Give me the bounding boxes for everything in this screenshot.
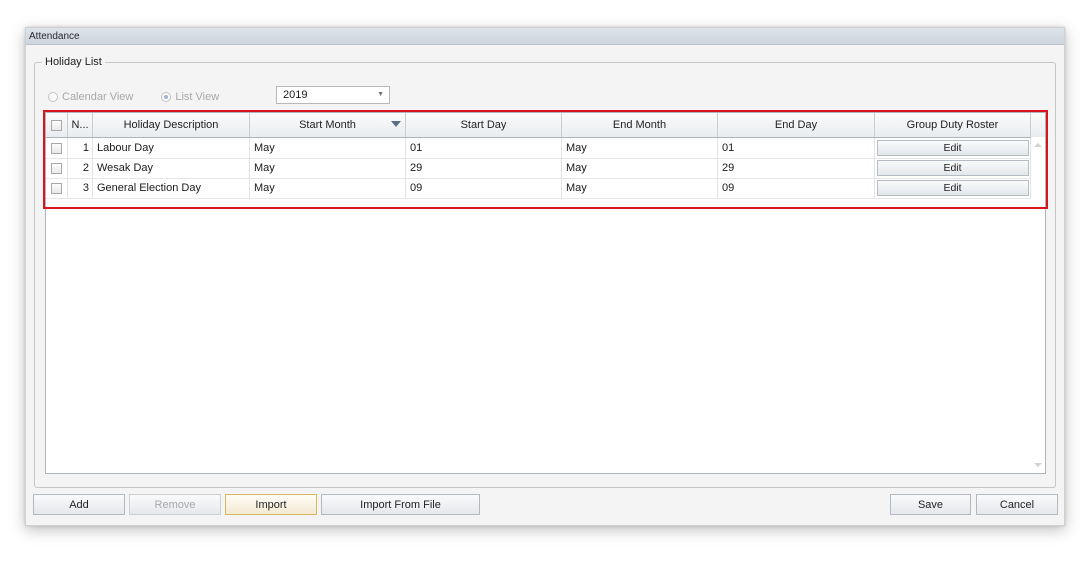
row-end-month[interactable]: May (562, 138, 718, 158)
calendar-view-label: Calendar View (62, 91, 134, 103)
row-roster-cell: Edit (875, 178, 1031, 198)
table-row[interactable]: 1 Labour Day May 01 May 01 Edit (46, 138, 1045, 159)
row-start-month[interactable]: May (250, 178, 406, 198)
table-row[interactable]: 3 General Election Day May 09 May 09 Edi… (46, 178, 1045, 199)
row-start-month[interactable]: May (250, 158, 406, 178)
holiday-grid: N... Holiday Description Start Month Sta… (45, 112, 1046, 474)
grid-header: N... Holiday Description Start Month Sta… (46, 113, 1045, 138)
year-dropdown[interactable]: 2019 ▼ (276, 86, 390, 104)
view-mode-options: Calendar View List View (48, 89, 247, 105)
column-header-group-duty-roster[interactable]: Group Duty Roster (875, 113, 1031, 137)
column-header-start-day[interactable]: Start Day (406, 113, 562, 137)
row-roster-cell: Edit (875, 158, 1031, 178)
import-button[interactable]: Import (225, 494, 317, 515)
row-end-day[interactable]: 29 (718, 158, 875, 178)
radio-checked-icon (161, 92, 172, 102)
scroll-down-icon[interactable] (1034, 463, 1042, 467)
add-button[interactable]: Add (33, 494, 125, 515)
attendance-window: Attendance Holiday List Calendar View Li… (25, 27, 1065, 526)
row-checkbox-cell (46, 138, 68, 158)
radio-unchecked-icon (48, 92, 58, 102)
row-end-day[interactable]: 01 (718, 138, 875, 158)
select-all-header (46, 113, 68, 137)
import-from-file-button[interactable]: Import From File (321, 494, 480, 515)
header-spacer (1031, 113, 1045, 137)
sort-descending-icon[interactable] (391, 121, 401, 127)
row-description[interactable]: Wesak Day (93, 158, 250, 178)
row-end-month[interactable]: May (562, 178, 718, 198)
row-end-day[interactable]: 09 (718, 178, 875, 198)
cancel-button[interactable]: Cancel (976, 494, 1058, 515)
edit-roster-button[interactable]: Edit (876, 140, 1029, 156)
row-checkbox[interactable] (51, 182, 62, 194)
row-number: 3 (68, 178, 93, 198)
save-button[interactable]: Save (890, 494, 971, 515)
column-header-end-day[interactable]: End Day (718, 113, 875, 137)
holiday-list-label: Holiday List (42, 56, 105, 68)
column-header-start-month[interactable]: Start Month (250, 113, 406, 137)
list-view-label: List View (175, 91, 220, 103)
table-row[interactable]: 2 Wesak Day May 29 May 29 Edit (46, 158, 1045, 179)
row-checkbox[interactable] (51, 142, 62, 154)
row-description[interactable]: Labour Day (93, 138, 250, 158)
row-number: 1 (68, 138, 93, 158)
row-start-day[interactable]: 01 (406, 138, 562, 158)
row-roster-cell: Edit (875, 138, 1031, 158)
select-all-checkbox[interactable] (51, 119, 62, 131)
remove-button[interactable]: Remove (129, 494, 221, 515)
column-header-start-month-label: Start Month (299, 119, 356, 131)
window-title: Attendance (26, 28, 1064, 45)
row-end-month[interactable]: May (562, 158, 718, 178)
row-number: 2 (68, 158, 93, 178)
scroll-up-icon[interactable] (1034, 143, 1042, 147)
column-header-description[interactable]: Holiday Description (93, 113, 250, 137)
grid-vertical-scrollbar[interactable] (1031, 137, 1045, 473)
row-start-day[interactable]: 29 (406, 158, 562, 178)
row-start-month[interactable]: May (250, 138, 406, 158)
row-checkbox[interactable] (51, 162, 62, 174)
row-description[interactable]: General Election Day (93, 178, 250, 198)
row-start-day[interactable]: 09 (406, 178, 562, 198)
calendar-view-radio[interactable]: Calendar View (48, 91, 133, 103)
column-header-no[interactable]: N... (68, 113, 93, 137)
dropdown-arrow-icon: ▼ (377, 91, 384, 98)
edit-roster-button[interactable]: Edit (876, 160, 1029, 176)
row-checkbox-cell (46, 178, 68, 198)
column-header-end-month[interactable]: End Month (562, 113, 718, 137)
year-value: 2019 (283, 89, 308, 101)
edit-roster-button[interactable]: Edit (876, 180, 1029, 196)
list-view-radio[interactable]: List View (161, 91, 219, 103)
row-checkbox-cell (46, 158, 68, 178)
